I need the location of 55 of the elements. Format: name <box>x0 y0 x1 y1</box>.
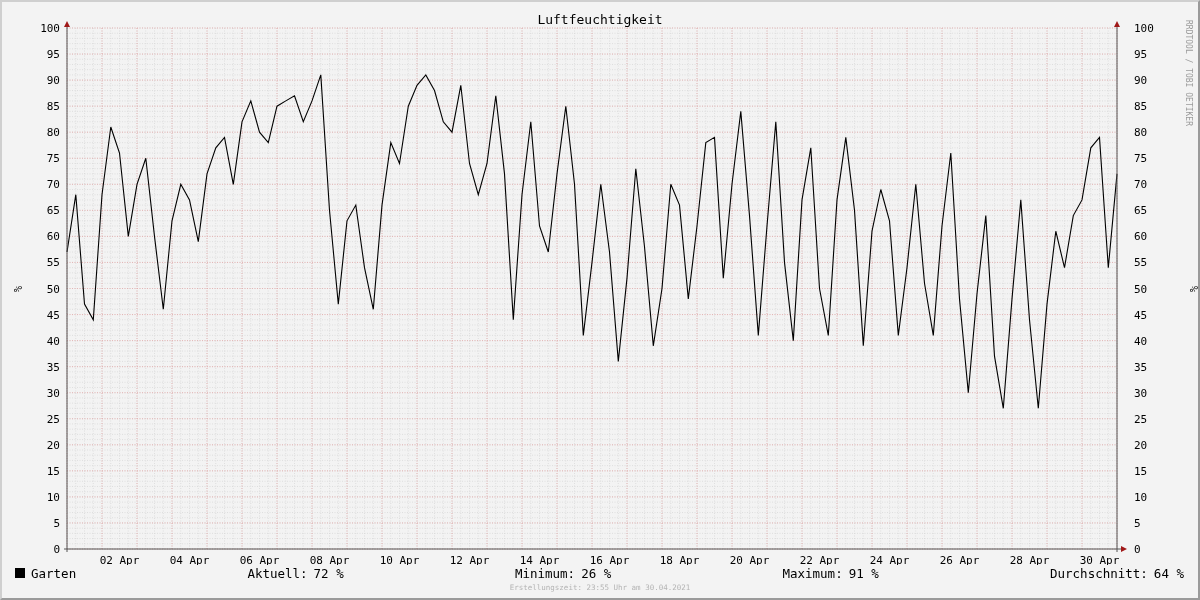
y-tick-label: 0 <box>1134 543 1141 556</box>
y-tick-label: 35 <box>46 360 60 374</box>
y-tick-label: 65 <box>1134 204 1148 218</box>
axis-label: % <box>1188 286 1198 292</box>
y-tick-label: 95 <box>46 48 60 62</box>
stat-label: Aktuell: <box>247 565 308 581</box>
y-tick-label: 15 <box>46 464 60 478</box>
y-tick-label: 70 <box>46 178 60 192</box>
y-tick-label: 80 <box>1134 126 1148 140</box>
y-tick-label: 5 <box>53 516 60 530</box>
y-tick-label: 55 <box>1134 256 1148 270</box>
axis-label: % <box>12 286 23 292</box>
y-tick-label: 60 <box>46 230 60 244</box>
y-tick-label: 100 <box>40 22 60 35</box>
y-tick-label: 100 <box>1134 22 1154 35</box>
stat-label: Durchschnitt: <box>1050 565 1148 581</box>
y-tick-label: 30 <box>1134 386 1148 400</box>
y-tick-label: 85 <box>1134 100 1148 114</box>
stat-value: 64 % <box>1153 565 1184 581</box>
y-tick-label: 40 <box>1134 334 1148 348</box>
chart-title: Luftfeuchtigkeit <box>537 12 663 27</box>
y-tick-label: 20 <box>46 438 60 452</box>
y-tick-label: 85 <box>46 100 60 114</box>
y-tick-label: 65 <box>46 204 60 218</box>
stat-value: 91 % <box>848 565 879 581</box>
y-tick-label: 40 <box>46 334 60 348</box>
y-tick-label: 60 <box>1134 230 1148 244</box>
y-tick-label: 25 <box>1134 412 1148 426</box>
y-tick-label: 75 <box>1134 152 1148 166</box>
y-tick-label: 90 <box>46 74 60 88</box>
stat-value: 26 % <box>581 565 612 581</box>
y-tick-label: 80 <box>46 126 60 140</box>
y-tick-label: 50 <box>46 282 60 296</box>
y-tick-label: 70 <box>1134 178 1148 192</box>
stat-value: 72 % <box>313 565 344 581</box>
y-tick-label: 10 <box>46 490 60 504</box>
legend-label: Garten <box>31 565 77 581</box>
y-tick-label: 0 <box>53 543 60 556</box>
credit-text: RRDTOOL / TOBI OETIKER <box>1184 20 1193 126</box>
y-tick-label: 95 <box>1134 48 1148 62</box>
y-tick-label: 15 <box>1134 464 1148 478</box>
stat-label: Minimum: <box>514 565 576 581</box>
y-tick-label: 5 <box>1134 516 1141 530</box>
y-tick-label: 20 <box>1134 438 1148 452</box>
y-tick-label: 30 <box>46 386 60 400</box>
y-tick-label: 50 <box>1134 282 1148 296</box>
y-tick-label: 45 <box>46 308 60 322</box>
y-tick-label: 25 <box>46 412 60 426</box>
y-tick-label: 10 <box>1134 490 1148 504</box>
y-tick-label: 45 <box>1134 308 1148 322</box>
y-tick-label: 55 <box>46 256 60 270</box>
y-tick-label: 90 <box>1134 74 1148 88</box>
y-tick-label: 75 <box>46 152 60 166</box>
y-tick-label: 35 <box>1134 360 1148 374</box>
stat-label: Maximum: <box>782 565 843 581</box>
